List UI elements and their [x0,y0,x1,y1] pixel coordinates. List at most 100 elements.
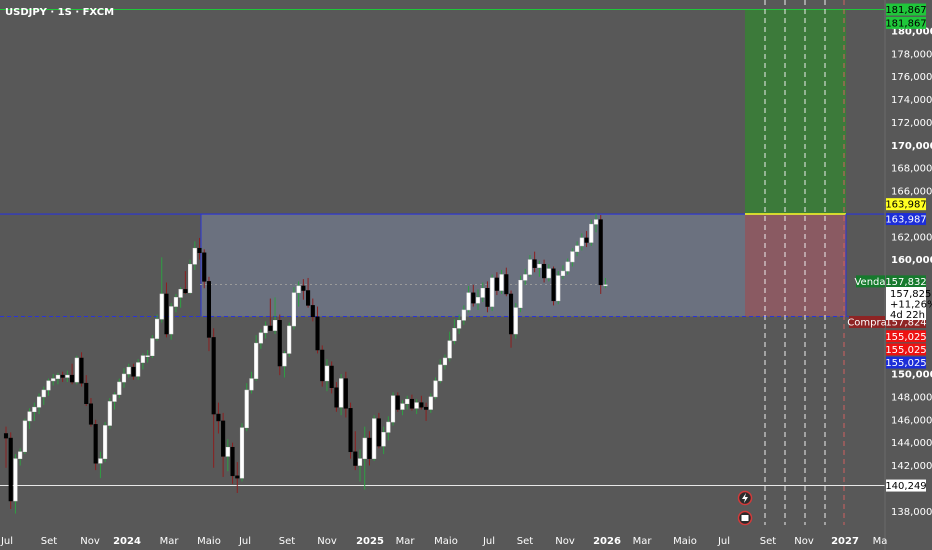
candle-body-62 [296,285,301,294]
y-tick-label: 168,000 [891,164,932,175]
candle-body-36 [173,297,178,307]
candle-body-95 [452,328,457,342]
candle-body-104 [494,277,499,291]
candle-body-24 [117,381,122,395]
candle-body-116 [551,268,556,302]
position-zones [201,9,846,317]
candle-body-80 [381,432,386,447]
candle-body-74 [353,451,358,466]
candle-body-0 [3,433,9,439]
candle-body-15 [74,357,79,383]
countdown-box: 157,825+11,26%4d 22h [886,287,932,321]
price-tag-9: 140,249 [885,479,927,492]
x-tick-label: Jul [238,536,251,547]
candle-body-55 [263,325,268,334]
y-tick-label: 166,000 [891,187,932,198]
candle-body-2 [13,458,18,502]
candle-body-83 [395,395,400,410]
y-tick-label: 148,000 [891,392,932,403]
x-tick-label: Maio [434,536,458,547]
candle-body-27 [131,366,136,377]
candle-body-61 [291,292,296,327]
candle-body-14 [70,374,75,383]
candle-body-28 [136,362,141,377]
candle-body-90 [428,396,433,410]
candle-body-114 [542,263,547,279]
candle-body-72 [343,378,348,409]
candle-body-13 [65,374,70,378]
candle-body-57 [272,320,278,331]
candle-body-12 [60,374,65,378]
earnings-icon-glyph [741,515,749,521]
candle-body-64 [306,290,311,306]
chart-window: 180,000 178,000 176,000 174,000 172,000 170,0… [0,0,932,550]
candle-body-71 [339,378,344,408]
candle-body-48 [230,446,235,477]
candle-body-118 [560,270,566,276]
candle-body-44 [211,337,216,415]
price-axis: 180,000178,000176,000174,000172,000170,0… [884,0,932,550]
x-tick-label: 2024 [113,536,141,547]
y-tick-label: 144,000 [891,438,932,449]
y-tick-label: 142,000 [891,461,932,472]
candle-body-105 [499,274,504,291]
candle-body-4 [22,420,27,453]
candle-body-26 [126,366,131,375]
y-tick-label: 160,000 [891,255,932,266]
candle-body-59 [282,353,287,367]
candle-body-119 [565,261,570,272]
candle-body-56 [268,325,273,331]
price-tag-text: 163,987 [885,215,926,226]
candle-body-38 [183,289,188,294]
candle-body-54 [258,332,263,344]
candle-body-97 [461,309,466,321]
candle-body-85 [405,398,410,405]
candle-body-46 [221,420,226,457]
candle-body-34 [164,293,169,335]
price-tag-text: 163,987 [885,200,926,211]
x-tick-label: Jul [717,536,730,547]
y-tick-label: 138,000 [891,507,932,518]
chart-svg[interactable]: 180,000178,000176,000174,000172,000170,0… [0,0,932,550]
candle-body-115 [546,268,551,279]
candle-body-84 [400,403,405,410]
lightning-icon [737,490,753,506]
candle-body-21 [103,425,108,459]
candle-body-106 [504,274,509,295]
x-tick-label: 2026 [593,536,621,547]
candle-body-81 [386,421,391,433]
candle-body-45 [216,413,221,422]
candle-body-69 [329,365,334,388]
risk-zone [745,214,846,317]
candle-body-100 [475,297,481,304]
candle-body-88 [419,402,424,408]
y-tick-label: 178,000 [891,49,932,60]
candle-body-101 [480,287,485,298]
x-tick-label: Ma [873,536,888,547]
y-tick-label: 162,000 [891,232,932,243]
candle-body-11 [55,374,60,379]
candle-body-91 [433,380,438,398]
candle-body-112 [532,259,537,268]
y-tick-label: 170,000 [891,141,932,152]
candle-body-20 [98,458,103,464]
candle-body-86 [409,398,414,409]
candle-body-65 [310,305,315,318]
candle-body-50 [239,427,245,479]
sell-tag: Venda [854,277,885,288]
candle-body-8 [41,389,46,398]
countdown-line-1: +11,26% [890,300,932,311]
candle-body-41 [197,247,202,254]
x-tick-label: Nov [317,536,337,547]
candle-body-39 [188,263,193,294]
candle-body-89 [424,406,429,410]
x-tick-label: Set [41,536,58,547]
price-tag-text: 181,867 [885,18,926,29]
candle-body-123 [584,237,589,243]
x-tick-label: Jul [482,536,495,547]
price-tag-text: 155,025 [885,358,926,369]
candle-body-31 [150,338,155,356]
candle-body-82 [390,395,396,423]
price-tag-3: 163,987 [885,213,927,226]
candle-body-107 [508,293,514,335]
